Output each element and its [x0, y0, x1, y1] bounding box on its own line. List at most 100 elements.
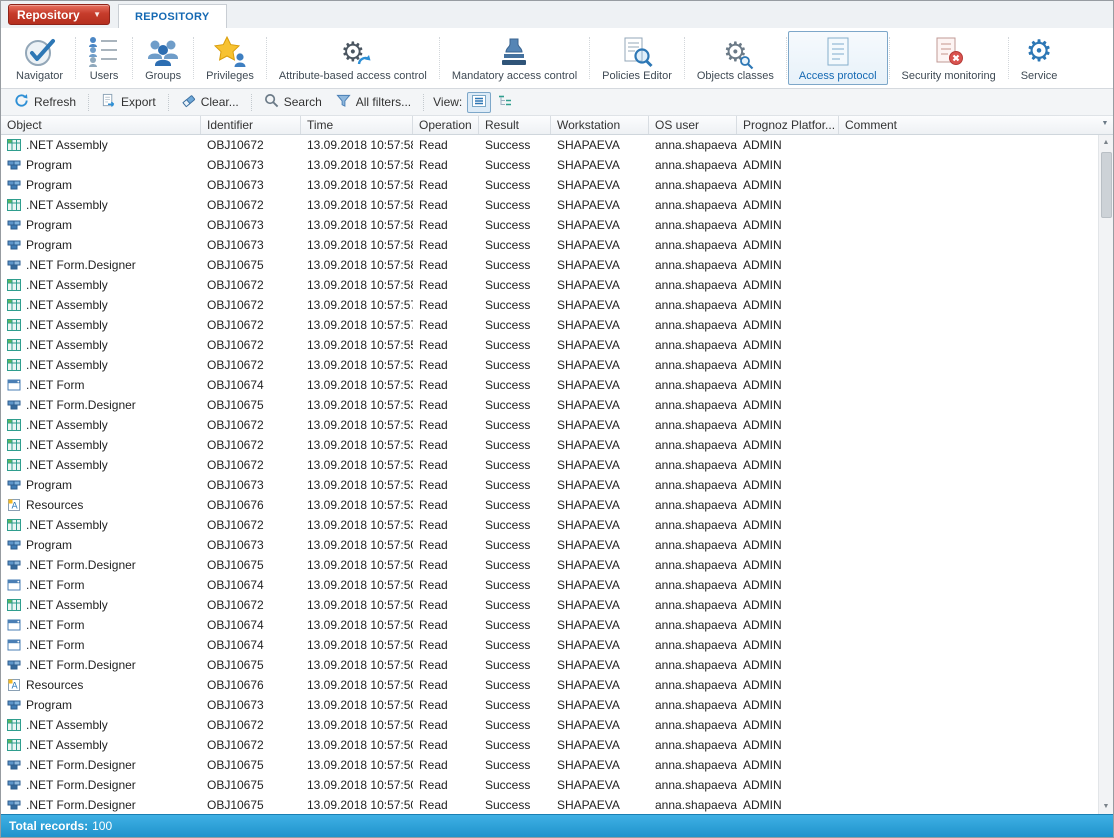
table-row[interactable]: .NET AssemblyOBJ1067213.09.2018 10:57:50…	[1, 595, 1098, 615]
table-row[interactable]: .NET AssemblyOBJ1067213.09.2018 10:57:53…	[1, 415, 1098, 435]
scroll-down-button[interactable]: ▼	[1099, 799, 1114, 814]
all-filters-button[interactable]: All filters...	[329, 90, 418, 114]
column-header-result[interactable]: Result	[479, 116, 551, 134]
scrollbar-thumb[interactable]	[1101, 152, 1112, 218]
table-row[interactable]: .NET AssemblyOBJ1067213.09.2018 10:57:55…	[1, 335, 1098, 355]
ribbon-label-users: Users	[90, 70, 119, 82]
ribbon-button-service[interactable]: ⚙ Service	[1010, 31, 1069, 85]
refresh-button[interactable]: Refresh	[7, 90, 83, 114]
table-row[interactable]: ProgramOBJ1067313.09.2018 10:57:50ReadSu…	[1, 695, 1098, 715]
column-header-operation[interactable]: Operation	[413, 116, 479, 134]
export-button[interactable]: Export	[94, 90, 163, 114]
table-row[interactable]: .NET Form.DesignerOBJ1067513.09.2018 10:…	[1, 655, 1098, 675]
net-assembly-icon	[7, 458, 21, 472]
table-row[interactable]: ProgramOBJ1067313.09.2018 10:57:53ReadSu…	[1, 475, 1098, 495]
identifier-cell-text: OBJ10672	[207, 358, 264, 372]
table-row[interactable]: .NET AssemblyOBJ1067213.09.2018 10:57:53…	[1, 355, 1098, 375]
net-form-designer-icon	[7, 758, 21, 772]
object-cell-text: .NET Form	[26, 378, 84, 392]
tab-repository[interactable]: REPOSITORY	[118, 4, 227, 28]
column-chooser-button[interactable]: ▼	[1098, 120, 1112, 127]
table-row[interactable]: .NET FormOBJ1067413.09.2018 10:57:50Read…	[1, 575, 1098, 595]
table-row[interactable]: .NET Form.DesignerOBJ1067513.09.2018 10:…	[1, 395, 1098, 415]
ribbon-button-navigator[interactable]: Navigator	[5, 31, 74, 85]
total-records-label: Total records:	[9, 819, 88, 833]
table-row[interactable]: .NET Form.DesignerOBJ1067513.09.2018 10:…	[1, 775, 1098, 795]
table-row[interactable]: .NET AssemblyOBJ1067213.09.2018 10:57:53…	[1, 435, 1098, 455]
result-cell-text: Success	[485, 538, 530, 552]
ribbon-button-objects-classes[interactable]: ⚙ Objects classes	[686, 31, 785, 85]
workstation-cell-text: SHAPAEVA	[557, 638, 620, 652]
table-row[interactable]: .NET AssemblyOBJ1067213.09.2018 10:57:58…	[1, 275, 1098, 295]
osuser-cell-text: anna.shapaeva	[655, 338, 737, 352]
result-cell-text: Success	[485, 438, 530, 452]
navigator-icon	[23, 35, 57, 69]
search-button[interactable]: Search	[257, 90, 329, 114]
net-form-designer-icon	[7, 658, 21, 672]
table-row[interactable]: .NET AssemblyOBJ1067213.09.2018 10:57:57…	[1, 295, 1098, 315]
table-row[interactable]: .NET AssemblyOBJ1067213.09.2018 10:57:53…	[1, 455, 1098, 475]
ribbon-button-attribute-based-access-control[interactable]: ⚙ Attribute-based access control	[268, 31, 438, 85]
ribbon-button-policies-editor[interactable]: Policies Editor	[591, 31, 683, 85]
table-row[interactable]: .NET FormOBJ1067413.09.2018 10:57:53Read…	[1, 375, 1098, 395]
identifier-cell-text: OBJ10675	[207, 778, 264, 792]
identifier-cell-text: OBJ10672	[207, 718, 264, 732]
osuser-cell-text: anna.shapaeva	[655, 598, 737, 612]
table-row[interactable]: ProgramOBJ1067313.09.2018 10:57:50ReadSu…	[1, 535, 1098, 555]
table-row[interactable]: .NET FormOBJ1067413.09.2018 10:57:50Read…	[1, 635, 1098, 655]
column-header-workstation[interactable]: Workstation	[551, 116, 649, 134]
result-cell-text: Success	[485, 258, 530, 272]
ribbon-button-privileges[interactable]: Privileges	[195, 31, 265, 85]
operation-cell-text: Read	[419, 398, 448, 412]
object-cell-text: .NET Assembly	[26, 438, 108, 452]
table-row[interactable]: ProgramOBJ1067313.09.2018 10:57:58ReadSu…	[1, 235, 1098, 255]
operation-cell-text: Read	[419, 378, 448, 392]
table-row[interactable]: ProgramOBJ1067313.09.2018 10:57:58ReadSu…	[1, 155, 1098, 175]
service-icon: ⚙	[1026, 35, 1053, 69]
column-header-os-user[interactable]: OS user	[649, 116, 737, 134]
operation-cell-text: Read	[419, 758, 448, 772]
repository-menu-button[interactable]: Repository ▼	[8, 4, 110, 25]
table-row[interactable]: .NET AssemblyOBJ1067213.09.2018 10:57:57…	[1, 315, 1098, 335]
ribbon-button-mandatory-access-control[interactable]: Mandatory access control	[441, 31, 588, 85]
table-row[interactable]: ProgramOBJ1067313.09.2018 10:57:58ReadSu…	[1, 215, 1098, 235]
platform-cell-text: ADMIN	[743, 298, 782, 312]
time-cell-text: 13.09.2018 10:57:57	[307, 318, 413, 332]
ribbon-label-access-protocol: Access protocol	[799, 70, 877, 82]
table-row[interactable]: .NET Form.DesignerOBJ1067513.09.2018 10:…	[1, 555, 1098, 575]
column-header-comment[interactable]: Comment	[839, 116, 1098, 134]
ribbon-label-privileges: Privileges	[206, 70, 254, 82]
table-row[interactable]: .NET AssemblyOBJ1067213.09.2018 10:57:53…	[1, 515, 1098, 535]
table-row[interactable]: .NET AssemblyOBJ1067213.09.2018 10:57:58…	[1, 135, 1098, 155]
table-row[interactable]: .NET Form.DesignerOBJ1067513.09.2018 10:…	[1, 755, 1098, 775]
table-row[interactable]: .NET AssemblyOBJ1067213.09.2018 10:57:50…	[1, 735, 1098, 755]
table-row[interactable]: .NET Form.DesignerOBJ1067513.09.2018 10:…	[1, 795, 1098, 814]
ribbon-button-users[interactable]: Users	[77, 31, 131, 85]
net-assembly-icon	[7, 718, 21, 732]
time-cell-text: 13.09.2018 10:57:50	[307, 658, 413, 672]
clear-button[interactable]: Clear...	[174, 90, 246, 114]
column-header-object[interactable]: Object	[1, 116, 201, 134]
workstation-cell-text: SHAPAEVA	[557, 798, 620, 812]
table-row[interactable]: AResourcesOBJ1067613.09.2018 10:57:50Rea…	[1, 675, 1098, 695]
table-row[interactable]: .NET Form.DesignerOBJ1067513.09.2018 10:…	[1, 255, 1098, 275]
column-header-identifier[interactable]: Identifier	[201, 116, 301, 134]
vertical-scrollbar[interactable]: ▲ ▼	[1098, 135, 1113, 814]
table-row[interactable]: .NET AssemblyOBJ1067213.09.2018 10:57:58…	[1, 195, 1098, 215]
view-list-button[interactable]	[467, 92, 491, 113]
osuser-cell-text: anna.shapaeva	[655, 298, 737, 312]
object-cell-text: .NET Assembly	[26, 198, 108, 212]
column-header-platform-user[interactable]: Prognoz Platfor...	[737, 116, 839, 134]
ribbon-button-access-protocol[interactable]: Access protocol	[788, 31, 888, 85]
view-tree-button[interactable]	[493, 92, 517, 113]
table-row[interactable]: .NET AssemblyOBJ1067213.09.2018 10:57:50…	[1, 715, 1098, 735]
table-row[interactable]: AResourcesOBJ1067613.09.2018 10:57:53Rea…	[1, 495, 1098, 515]
ribbon-button-security-monitoring[interactable]: Security monitoring	[891, 31, 1007, 85]
time-cell-text: 13.09.2018 10:57:55	[307, 338, 413, 352]
table-row[interactable]: ProgramOBJ1067313.09.2018 10:57:58ReadSu…	[1, 175, 1098, 195]
object-cell-text: .NET Assembly	[26, 138, 108, 152]
table-row[interactable]: .NET FormOBJ1067413.09.2018 10:57:50Read…	[1, 615, 1098, 635]
scroll-up-button[interactable]: ▲	[1099, 135, 1114, 150]
ribbon-button-groups[interactable]: Groups	[134, 31, 192, 85]
column-header-time[interactable]: Time	[301, 116, 413, 134]
